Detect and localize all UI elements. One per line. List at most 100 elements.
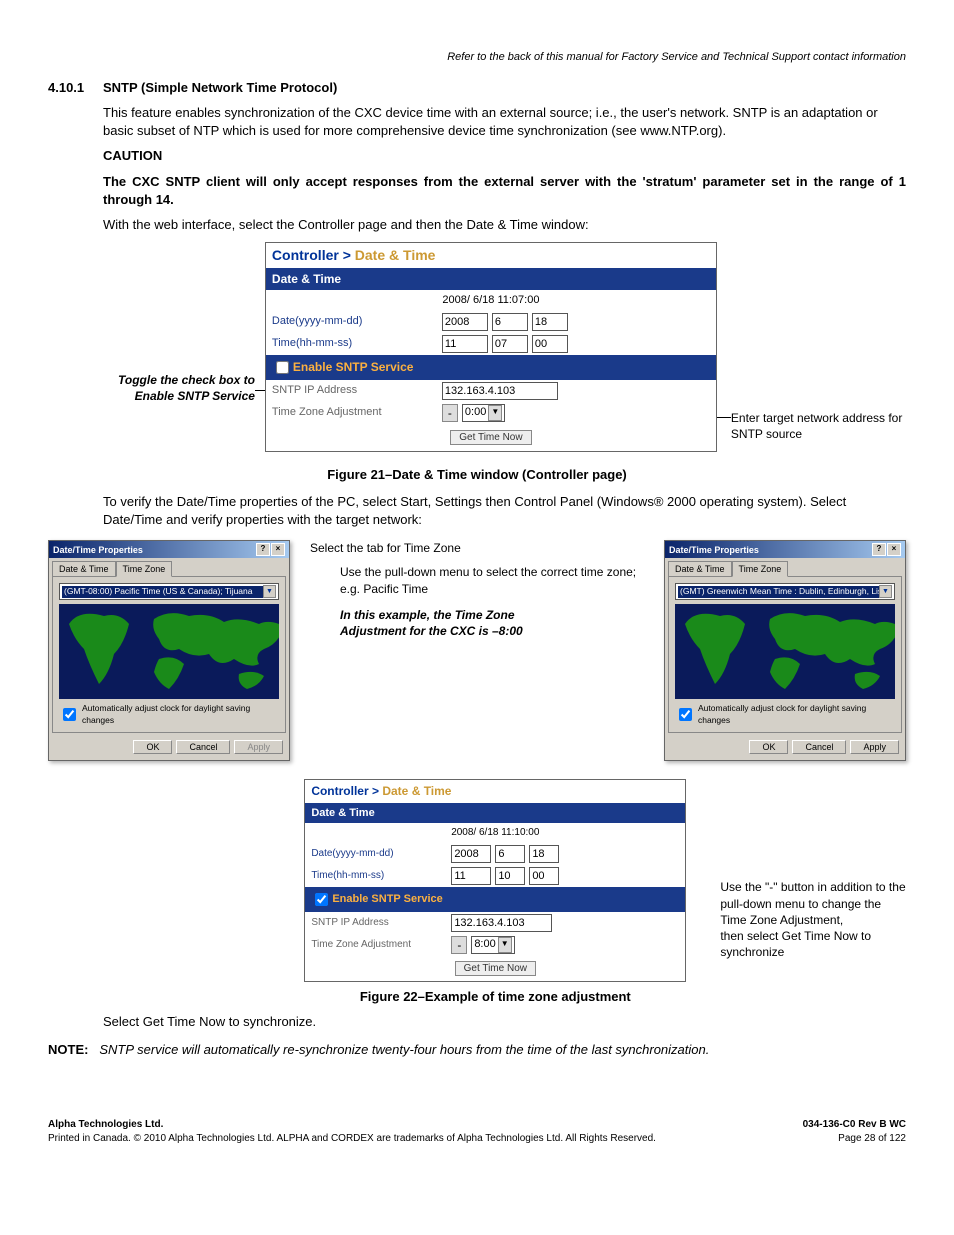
help-icon[interactable]: ? bbox=[256, 543, 270, 556]
callout-toggle-2: Enable SNTP Service bbox=[48, 388, 255, 404]
note-body: SNTP service will automatically re-synch… bbox=[99, 1042, 709, 1057]
windows-datetime-dialog-right: Date/Time Properties ? × Date & Time Tim… bbox=[664, 540, 906, 761]
tab-time-zone[interactable]: Time Zone bbox=[732, 561, 789, 577]
callout-minus-button: Use the "-" button in addition to the pu… bbox=[706, 879, 906, 960]
input-day[interactable] bbox=[532, 313, 568, 331]
dropdown-timezone[interactable]: (GMT-08:00) Pacific Time (US & Canada); … bbox=[59, 583, 279, 600]
dropdown-tz-value: 8:00 bbox=[474, 937, 495, 952]
section-title: SNTP (Simple Network Time Protocol) bbox=[103, 80, 337, 95]
callout-enter-address: Enter target network address for SNTP so… bbox=[717, 410, 906, 442]
mid-text-3a: In this example, the Time Zone bbox=[340, 607, 644, 623]
dropdown-tz[interactable]: 8:00 ▼ bbox=[471, 936, 514, 954]
button-tz-minus[interactable]: - bbox=[451, 936, 467, 954]
button-ok[interactable]: OK bbox=[749, 740, 788, 754]
label-time: Time(hh-mm-ss) bbox=[272, 336, 442, 351]
label-date: Date(yyyy-mm-dd) bbox=[272, 314, 442, 329]
input-minute[interactable] bbox=[492, 335, 528, 353]
dropdown-tz[interactable]: 0:00 ▼ bbox=[462, 404, 505, 422]
breadcrumb-datetime: Date & Time bbox=[355, 247, 436, 263]
chevron-down-icon: ▼ bbox=[498, 937, 512, 953]
button-cancel[interactable]: Cancel bbox=[792, 740, 846, 754]
chevron-down-icon: ▼ bbox=[488, 405, 502, 421]
caution-label: CAUTION bbox=[103, 147, 906, 165]
dropdown-tz-value: 0:00 bbox=[465, 405, 486, 420]
input-second[interactable] bbox=[529, 867, 559, 885]
breadcrumb-controller: Controller > bbox=[311, 784, 379, 798]
footer-copyright: Printed in Canada. © 2010 Alpha Technolo… bbox=[48, 1133, 656, 1144]
band-date-time: Date & Time bbox=[266, 268, 716, 290]
input-month[interactable] bbox=[492, 313, 528, 331]
paragraph-instruction: With the web interface, select the Contr… bbox=[103, 216, 906, 234]
help-icon[interactable]: ? bbox=[872, 543, 886, 556]
tab-date-time[interactable]: Date & Time bbox=[668, 561, 732, 576]
close-icon[interactable]: × bbox=[271, 543, 285, 556]
tab-time-zone[interactable]: Time Zone bbox=[116, 561, 173, 577]
breadcrumb: Controller > Date & Time bbox=[266, 243, 716, 268]
webshot-date-time-2: Controller > Date & Time Date & Time 200… bbox=[304, 779, 686, 982]
label-tz-adjust: Time Zone Adjustment bbox=[272, 405, 442, 420]
mid-text-1: Select the tab for Time Zone bbox=[310, 540, 644, 556]
header-note: Refer to the back of this manual for Fac… bbox=[48, 50, 906, 65]
label-sntp-ip: SNTP IP Address bbox=[311, 916, 451, 930]
timestamp: 2008/ 6/18 11:07:00 bbox=[266, 290, 716, 311]
label-dst: Automatically adjust clock for daylight … bbox=[698, 703, 895, 726]
timestamp: 2008/ 6/18 11:10:00 bbox=[305, 823, 685, 843]
checkbox-dst[interactable] bbox=[679, 708, 692, 721]
checkbox-enable-sntp[interactable] bbox=[276, 361, 289, 374]
input-month[interactable] bbox=[495, 845, 525, 863]
button-tz-minus[interactable]: - bbox=[442, 404, 458, 422]
paragraph-verify: To verify the Date/Time properties of th… bbox=[103, 493, 906, 528]
close-icon[interactable]: × bbox=[887, 543, 901, 556]
label-enable-sntp: Enable SNTP Service bbox=[293, 359, 414, 375]
windows-datetime-dialog-left: Date/Time Properties ? × Date & Time Tim… bbox=[48, 540, 290, 761]
section-number: 4.10.1 bbox=[48, 79, 103, 97]
input-day[interactable] bbox=[529, 845, 559, 863]
input-year[interactable] bbox=[451, 845, 491, 863]
input-year[interactable] bbox=[442, 313, 488, 331]
input-sntp-ip[interactable] bbox=[442, 382, 558, 400]
breadcrumb-datetime: Date & Time bbox=[382, 784, 451, 798]
input-minute[interactable] bbox=[495, 867, 525, 885]
mid-text-2: Use the pull-down menu to select the cor… bbox=[340, 564, 644, 596]
paragraph-select-get-time: Select Get Time Now to synchronize. bbox=[103, 1013, 906, 1031]
button-apply[interactable]: Apply bbox=[234, 740, 283, 754]
label-sntp-ip: SNTP IP Address bbox=[272, 383, 442, 398]
chevron-down-icon: ▼ bbox=[879, 585, 892, 598]
footer-page: Page 28 of 122 bbox=[838, 1133, 906, 1144]
button-get-time-now[interactable]: Get Time Now bbox=[455, 961, 536, 976]
dialog-title: Date/Time Properties bbox=[669, 544, 759, 556]
label-date: Date(yyyy-mm-dd) bbox=[311, 847, 451, 861]
callout-toggle-1: Toggle the check box to bbox=[48, 372, 255, 388]
input-second[interactable] bbox=[532, 335, 568, 353]
footer-company: Alpha Technologies Ltd. bbox=[48, 1119, 163, 1130]
label-time: Time(hh-mm-ss) bbox=[311, 869, 451, 883]
footer-docnum: 034-136-C0 Rev B WC bbox=[803, 1119, 906, 1130]
figure-21-caption: Figure 21–Date & Time window (Controller… bbox=[48, 466, 906, 484]
mid-text-3b: Adjustment for the CXC is –8:00 bbox=[340, 623, 644, 639]
label-enable-sntp: Enable SNTP Service bbox=[332, 892, 442, 907]
tab-date-time[interactable]: Date & Time bbox=[52, 561, 116, 576]
chevron-down-icon: ▼ bbox=[263, 585, 276, 598]
dropdown-timezone[interactable]: (GMT) Greenwich Mean Time : Dublin, Edin… bbox=[675, 583, 895, 600]
dropdown-timezone-value: (GMT-08:00) Pacific Time (US & Canada); … bbox=[62, 586, 263, 597]
button-get-time-now[interactable]: Get Time Now bbox=[450, 430, 531, 445]
input-hour[interactable] bbox=[451, 867, 491, 885]
paragraph-intro: This feature enables synchronization of … bbox=[103, 104, 906, 139]
label-tz-adjust: Time Zone Adjustment bbox=[311, 938, 451, 952]
section-heading: 4.10.1SNTP (Simple Network Time Protocol… bbox=[48, 79, 906, 97]
input-hour[interactable] bbox=[442, 335, 488, 353]
caution-body: The CXC SNTP client will only accept res… bbox=[103, 173, 906, 208]
input-sntp-ip[interactable] bbox=[451, 914, 552, 932]
world-map bbox=[59, 604, 279, 699]
world-map bbox=[675, 604, 895, 699]
checkbox-enable-sntp[interactable] bbox=[315, 893, 328, 906]
breadcrumb-controller: Controller > bbox=[272, 247, 351, 263]
button-ok[interactable]: OK bbox=[133, 740, 172, 754]
checkbox-dst[interactable] bbox=[63, 708, 76, 721]
band-date-time: Date & Time bbox=[305, 803, 685, 824]
button-cancel[interactable]: Cancel bbox=[176, 740, 230, 754]
figure-22-caption: Figure 22–Example of time zone adjustmen… bbox=[304, 988, 686, 1006]
dialog-title: Date/Time Properties bbox=[53, 544, 143, 556]
label-dst: Automatically adjust clock for daylight … bbox=[82, 703, 279, 726]
button-apply[interactable]: Apply bbox=[850, 740, 899, 754]
